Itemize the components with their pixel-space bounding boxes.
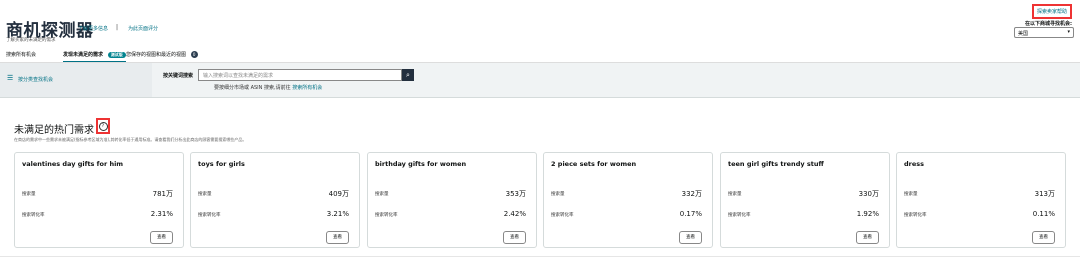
opportunity-card: dress 搜索量 313万 搜索转化率 0.11% 查看 [896,152,1066,248]
view-button[interactable]: 查看 [503,231,526,244]
chevron-down-icon: ▾ [1067,29,1070,35]
card-keyword: valentines day gifts for him [22,160,124,168]
tab-saved-views[interactable]: 您保存的视图和最近的视图 0 [126,51,198,61]
search-volume-value: 332万 [681,190,702,198]
conversion-rate-value: 2.42% [503,210,526,218]
keyword-search-label: 按关键词搜索 [163,73,194,79]
asin-note: 要按细分市场或 ASIN 搜索,请前往 搜索所有机会 [214,84,322,91]
opportunity-card: toys for girls 搜索量 409万 搜索转化率 3.21% 查看 [190,152,360,248]
card-conversion-rate: 搜索转化率 1.92% [728,210,879,218]
bottom-divider [0,256,1080,257]
card-search-volume: 搜索量 781万 [22,190,173,198]
card-conversion-rate: 搜索转化率 2.42% [375,210,526,218]
search-band [0,63,1080,98]
search-button[interactable]: ⌕ [402,69,414,81]
region-label: 在以下商城寻找机会: [1024,21,1072,27]
search-volume-value: 353万 [505,190,526,198]
card-search-volume: 搜索量 409万 [198,190,349,198]
opportunity-card: teen girl gifts trendy stuff 搜索量 330万 搜索转… [720,152,890,248]
asin-note-text: 要按细分市场或 ASIN 搜索,请前往 [214,85,291,91]
conversion-rate-value: 2.31% [150,210,173,218]
region-select[interactable]: 美国 ▾ [1014,27,1074,38]
conversion-rate-value: 0.11% [1032,210,1055,218]
search-volume-value: 313万 [1034,190,1055,198]
tab-search-all[interactable]: 搜索所有机会 [6,51,36,61]
help-highlight[interactable]: ? [96,118,110,134]
category-toggle-label: 按分类查找机会 [18,77,54,83]
top-right-link[interactable]: 探索卖家帮助 [1031,4,1072,19]
card-keyword: teen girl gifts trendy stuff [728,160,824,168]
tab-label: 搜索所有机会 [6,52,37,58]
search-icon: ⌕ [406,71,410,79]
card-conversion-rate: 搜索转化率 3.21% [198,210,349,218]
learn-more-link[interactable]: 了解更多信息 [78,25,108,32]
card-keyword: dress [904,160,925,168]
card-search-volume: 搜索量 353万 [375,190,526,198]
card-keyword: toys for girls [198,160,245,168]
search-volume-value: 781万 [152,190,173,198]
feedback-link[interactable]: 为此页面评分 [128,25,158,32]
opportunity-card: birthday gifts for women 搜索量 353万 搜索转化率 2.… [367,152,537,248]
conversion-rate-value: 3.21% [326,210,349,218]
beta-badge: 测试版 [107,51,126,58]
card-conversion-rate: 搜索转化率 0.17% [551,210,702,218]
page-subtitle: 了解买家的未满足的需求 [6,38,56,43]
view-button[interactable]: 查看 [326,231,349,244]
view-button[interactable]: 查看 [679,231,702,244]
card-search-volume: 搜索量 332万 [551,190,702,198]
opportunity-card: valentines day gifts for him 搜索量 781万 搜索转… [14,152,184,248]
search-volume-value: 409万 [328,190,349,198]
section-title: 未满足的热门需求 [14,125,94,136]
keyword-search-input[interactable]: 输入搜索词以查找未满足的需求 [198,69,402,81]
menu-icon: ☰ [7,74,14,82]
opportunity-card: 2 piece sets for women 搜索量 332万 搜索转化率 0.17… [543,152,713,248]
view-button[interactable]: 查看 [1032,231,1055,244]
section-description: 在商店的需求中一些需求未被满足(指标参考区域为准),其转化率低于通用标准。请查看… [14,137,247,142]
category-toggle[interactable]: ☰ 按分类查找机会 [0,63,152,97]
tab-label: 您保存的视图和最近的视图 [126,52,187,58]
tab-label: 发现未满足的需求 [63,52,104,58]
count-badge: 0 [190,51,198,58]
search-all-link[interactable]: 搜索所有机会 [292,85,322,91]
card-keyword: birthday gifts for women [375,160,467,168]
card-search-volume: 搜索量 313万 [904,190,1055,198]
search-volume-value: 330万 [858,190,879,198]
card-conversion-rate: 搜索转化率 0.11% [904,210,1055,218]
conversion-rate-value: 0.17% [679,210,702,218]
header-separator: | [116,24,119,31]
question-circle-icon: ? [98,121,108,131]
card-search-volume: 搜索量 330万 [728,190,879,198]
view-button[interactable]: 查看 [150,231,173,244]
region-select-value: 美国 [1018,31,1029,37]
card-keyword: 2 piece sets for women [551,160,637,168]
view-button[interactable]: 查看 [856,231,879,244]
conversion-rate-value: 1.92% [856,210,879,218]
card-conversion-rate: 搜索转化率 2.31% [22,210,173,218]
